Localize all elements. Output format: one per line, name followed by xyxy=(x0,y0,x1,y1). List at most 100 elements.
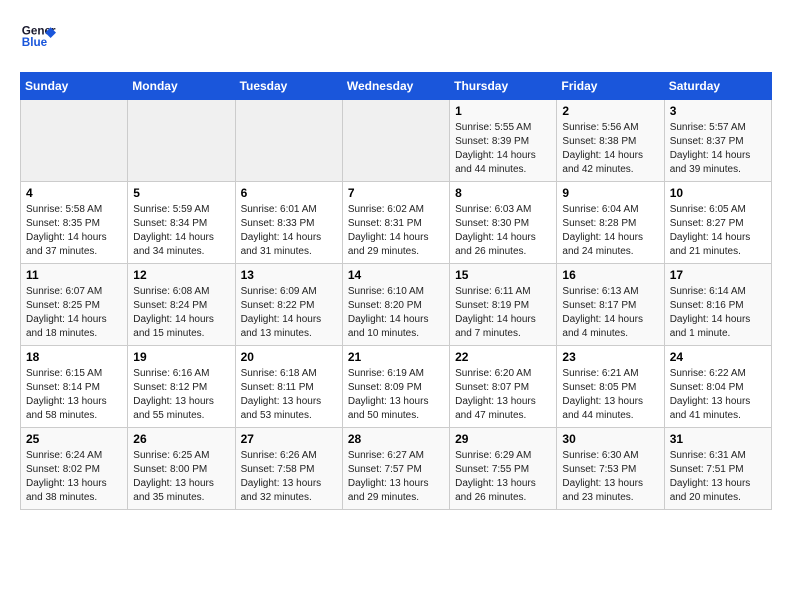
day-info: Sunrise: 6:20 AM Sunset: 8:07 PM Dayligh… xyxy=(455,367,551,423)
day-number: 5 xyxy=(133,186,229,200)
week-row-3: 11 Sunrise: 6:07 AM Sunset: 8:25 PM Dayli… xyxy=(21,264,772,346)
day-info: Sunrise: 6:21 AM Sunset: 8:05 PM Dayligh… xyxy=(562,367,658,423)
day-number: 31 xyxy=(670,432,766,446)
day-number: 9 xyxy=(562,186,658,200)
day-cell: 18Sunrise: 6:15 AM Sunset: 8:14 PM Dayli… xyxy=(21,346,128,428)
day-info: Sunrise: 6:18 AM Sunset: 8:11 PM Dayligh… xyxy=(241,367,337,423)
day-info: Sunrise: 6:31 AM Sunset: 7:51 PM Dayligh… xyxy=(670,449,766,505)
day-info: Sunrise: 6:24 AM Sunset: 8:02 PM Dayligh… xyxy=(26,449,122,505)
week-row-5: 25 Sunrise: 6:24 AM Sunset: 8:02 PM Dayli… xyxy=(21,428,772,510)
day-number: 16 xyxy=(562,268,658,282)
day-info: Sunrise: 6:01 AM Sunset: 8:33 PM Dayligh… xyxy=(241,203,337,259)
day-cell: 19Sunrise: 6:16 AM Sunset: 8:12 PM Dayli… xyxy=(128,346,235,428)
day-number: 28 xyxy=(348,432,444,446)
day-info: Sunrise: 6:27 AM Sunset: 7:57 PM Dayligh… xyxy=(348,449,444,505)
day-cell: 13 Sunrise: 6:09 AM Sunset: 8:22 PM Dayli… xyxy=(235,264,342,346)
week-row-4: 18Sunrise: 6:15 AM Sunset: 8:14 PM Dayli… xyxy=(21,346,772,428)
day-cell: 12 Sunrise: 6:08 AM Sunset: 8:24 PM Dayli… xyxy=(128,264,235,346)
day-number: 25 xyxy=(26,432,122,446)
day-cell: 20 Sunrise: 6:18 AM Sunset: 8:11 PM Dayli… xyxy=(235,346,342,428)
day-cell xyxy=(342,100,449,182)
day-info: Sunrise: 5:59 AM Sunset: 8:34 PM Dayligh… xyxy=(133,203,229,259)
day-info: Sunrise: 6:05 AM Sunset: 8:27 PM Dayligh… xyxy=(670,203,766,259)
day-number: 17 xyxy=(670,268,766,282)
day-info: Sunrise: 5:57 AM Sunset: 8:37 PM Dayligh… xyxy=(670,121,766,177)
day-number: 30 xyxy=(562,432,658,446)
day-number: 7 xyxy=(348,186,444,200)
day-number: 20 xyxy=(241,350,337,364)
day-number: 2 xyxy=(562,104,658,118)
day-info: Sunrise: 6:30 AM Sunset: 7:53 PM Dayligh… xyxy=(562,449,658,505)
day-cell: 1 Sunrise: 5:55 AM Sunset: 8:39 PM Daylig… xyxy=(450,100,557,182)
day-info: Sunrise: 5:58 AM Sunset: 8:35 PM Dayligh… xyxy=(26,203,122,259)
header-cell-tuesday: Tuesday xyxy=(235,73,342,100)
day-number: 27 xyxy=(241,432,337,446)
day-info: Sunrise: 6:19 AM Sunset: 8:09 PM Dayligh… xyxy=(348,367,444,423)
header-cell-sunday: Sunday xyxy=(21,73,128,100)
day-number: 8 xyxy=(455,186,551,200)
day-cell: 11 Sunrise: 6:07 AM Sunset: 8:25 PM Dayli… xyxy=(21,264,128,346)
day-info: Sunrise: 6:03 AM Sunset: 8:30 PM Dayligh… xyxy=(455,203,551,259)
day-number: 1 xyxy=(455,104,551,118)
logo-icon: General Blue xyxy=(20,20,56,56)
header-cell-thursday: Thursday xyxy=(450,73,557,100)
day-cell: 7 Sunrise: 6:02 AM Sunset: 8:31 PM Daylig… xyxy=(342,182,449,264)
header-cell-wednesday: Wednesday xyxy=(342,73,449,100)
day-info: Sunrise: 6:22 AM Sunset: 8:04 PM Dayligh… xyxy=(670,367,766,423)
day-info: Sunrise: 6:13 AM Sunset: 8:17 PM Dayligh… xyxy=(562,285,658,341)
day-cell: 15Sunrise: 6:11 AM Sunset: 8:19 PM Dayli… xyxy=(450,264,557,346)
day-cell: 3Sunrise: 5:57 AM Sunset: 8:37 PM Daylig… xyxy=(664,100,771,182)
page-header: General Blue xyxy=(20,20,772,56)
day-info: Sunrise: 6:09 AM Sunset: 8:22 PM Dayligh… xyxy=(241,285,337,341)
day-cell: 10 Sunrise: 6:05 AM Sunset: 8:27 PM Dayli… xyxy=(664,182,771,264)
day-info: Sunrise: 6:02 AM Sunset: 8:31 PM Dayligh… xyxy=(348,203,444,259)
day-cell: 28 Sunrise: 6:27 AM Sunset: 7:57 PM Dayli… xyxy=(342,428,449,510)
day-cell: 21Sunrise: 6:19 AM Sunset: 8:09 PM Dayli… xyxy=(342,346,449,428)
header-row: SundayMondayTuesdayWednesdayThursdayFrid… xyxy=(21,73,772,100)
day-cell xyxy=(128,100,235,182)
day-number: 24 xyxy=(670,350,766,364)
day-number: 23 xyxy=(562,350,658,364)
day-cell: 5 Sunrise: 5:59 AM Sunset: 8:34 PM Daylig… xyxy=(128,182,235,264)
day-cell: 2 Sunrise: 5:56 AM Sunset: 8:38 PM Daylig… xyxy=(557,100,664,182)
day-cell: 26Sunrise: 6:25 AM Sunset: 8:00 PM Dayli… xyxy=(128,428,235,510)
day-cell: 24 Sunrise: 6:22 AM Sunset: 8:04 PM Dayli… xyxy=(664,346,771,428)
day-cell xyxy=(21,100,128,182)
day-cell: 22 Sunrise: 6:20 AM Sunset: 8:07 PM Dayli… xyxy=(450,346,557,428)
day-cell: 29 Sunrise: 6:29 AM Sunset: 7:55 PM Dayli… xyxy=(450,428,557,510)
day-number: 18 xyxy=(26,350,122,364)
header-cell-friday: Friday xyxy=(557,73,664,100)
day-number: 10 xyxy=(670,186,766,200)
day-number: 15 xyxy=(455,268,551,282)
header-cell-saturday: Saturday xyxy=(664,73,771,100)
day-number: 19 xyxy=(133,350,229,364)
day-number: 22 xyxy=(455,350,551,364)
day-info: Sunrise: 6:14 AM Sunset: 8:16 PM Dayligh… xyxy=(670,285,766,341)
day-info: Sunrise: 5:56 AM Sunset: 8:38 PM Dayligh… xyxy=(562,121,658,177)
day-cell: 4Sunrise: 5:58 AM Sunset: 8:35 PM Daylig… xyxy=(21,182,128,264)
day-number: 13 xyxy=(241,268,337,282)
day-cell: 8 Sunrise: 6:03 AM Sunset: 8:30 PM Daylig… xyxy=(450,182,557,264)
week-row-2: 4Sunrise: 5:58 AM Sunset: 8:35 PM Daylig… xyxy=(21,182,772,264)
calendar-table: SundayMondayTuesdayWednesdayThursdayFrid… xyxy=(20,72,772,510)
day-cell: 27 Sunrise: 6:26 AM Sunset: 7:58 PM Dayli… xyxy=(235,428,342,510)
day-cell: 16 Sunrise: 6:13 AM Sunset: 8:17 PM Dayli… xyxy=(557,264,664,346)
day-cell: 30 Sunrise: 6:30 AM Sunset: 7:53 PM Dayli… xyxy=(557,428,664,510)
day-cell: 25 Sunrise: 6:24 AM Sunset: 8:02 PM Dayli… xyxy=(21,428,128,510)
day-number: 29 xyxy=(455,432,551,446)
day-cell: 17 Sunrise: 6:14 AM Sunset: 8:16 PM Dayli… xyxy=(664,264,771,346)
day-cell: 9Sunrise: 6:04 AM Sunset: 8:28 PM Daylig… xyxy=(557,182,664,264)
day-number: 12 xyxy=(133,268,229,282)
day-info: Sunrise: 6:26 AM Sunset: 7:58 PM Dayligh… xyxy=(241,449,337,505)
day-info: Sunrise: 6:29 AM Sunset: 7:55 PM Dayligh… xyxy=(455,449,551,505)
day-info: Sunrise: 6:10 AM Sunset: 8:20 PM Dayligh… xyxy=(348,285,444,341)
day-number: 6 xyxy=(241,186,337,200)
day-info: Sunrise: 5:55 AM Sunset: 8:39 PM Dayligh… xyxy=(455,121,551,177)
day-cell: 6 Sunrise: 6:01 AM Sunset: 8:33 PM Daylig… xyxy=(235,182,342,264)
day-info: Sunrise: 6:08 AM Sunset: 8:24 PM Dayligh… xyxy=(133,285,229,341)
logo: General Blue xyxy=(20,20,56,56)
day-number: 11 xyxy=(26,268,122,282)
day-cell xyxy=(235,100,342,182)
day-info: Sunrise: 6:07 AM Sunset: 8:25 PM Dayligh… xyxy=(26,285,122,341)
day-cell: 23 Sunrise: 6:21 AM Sunset: 8:05 PM Dayli… xyxy=(557,346,664,428)
